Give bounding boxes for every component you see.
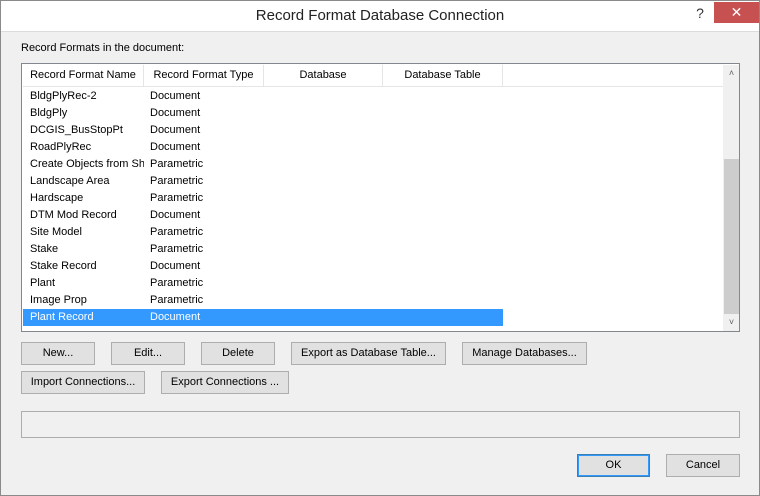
- export-connections-button[interactable]: Export Connections ...: [161, 371, 289, 394]
- cell-record-format-type: Parametric: [150, 192, 204, 204]
- cell-record-format-type: Document: [150, 260, 201, 272]
- cell-record-format-type: Parametric: [150, 277, 204, 289]
- cell-database: [264, 88, 383, 105]
- cell-record-format-name: Stake Record: [30, 260, 97, 272]
- cell-record-format-type: Document: [150, 209, 201, 221]
- record-formats-label: Record Formats in the document:: [21, 42, 185, 54]
- import-connections-button[interactable]: Import Connections...: [21, 371, 145, 394]
- cell-record-format-type: Document: [144, 309, 264, 326]
- cell-database: [264, 309, 383, 326]
- cell-database-table: [383, 139, 503, 156]
- export-as-database-table-button[interactable]: Export as Database Table...: [291, 342, 446, 365]
- ok-button[interactable]: OK: [577, 454, 650, 477]
- table-row[interactable]: Plant Parametric: [23, 275, 723, 292]
- scroll-thumb[interactable]: [724, 159, 739, 314]
- cell-record-format-name: Hardscape: [30, 192, 84, 204]
- cell-record-format-type: Parametric: [150, 226, 204, 238]
- cell-record-format-name: BldgPly: [30, 107, 68, 119]
- status-box: [21, 411, 740, 438]
- cell-database: [264, 105, 383, 122]
- cell-record-format-name: Plant Record: [23, 309, 144, 326]
- cell-database-table: [383, 224, 503, 241]
- help-button[interactable]: ?: [689, 2, 711, 24]
- cell-record-format-type: Document: [150, 90, 201, 102]
- cancel-button[interactable]: Cancel: [666, 454, 740, 477]
- new-button[interactable]: New...: [21, 342, 95, 365]
- cell-database: [264, 156, 383, 173]
- column-header-database[interactable]: Database: [264, 65, 383, 87]
- scroll-down-icon[interactable]: ˅: [723, 314, 739, 331]
- cell-database-table: [383, 122, 503, 139]
- column-header-database-table[interactable]: Database Table: [383, 65, 503, 87]
- cell-database-table: [383, 275, 503, 292]
- cell-database: [264, 258, 383, 275]
- cell-database: [264, 224, 383, 241]
- edit-button[interactable]: Edit...: [111, 342, 185, 365]
- cell-record-format-name: BldgPlyRec-2: [30, 90, 97, 102]
- table-row[interactable]: Site Model Parametric: [23, 224, 723, 241]
- dialog-window: Record Format Database Connection ? ✕ Re…: [0, 0, 760, 496]
- cell-record-format-name: Landscape Area: [30, 175, 110, 187]
- cell-database-table: [383, 292, 503, 309]
- cell-database: [264, 122, 383, 139]
- column-header-type[interactable]: Record Format Type: [144, 65, 264, 87]
- cell-record-format-name: Create Objects from Sh: [30, 158, 144, 170]
- cell-database-table: [383, 241, 503, 258]
- vertical-scrollbar[interactable]: ˄ ˅: [723, 65, 739, 331]
- dialog-title: Record Format Database Connection: [255, 7, 505, 24]
- cell-record-format-type: Document: [150, 124, 201, 136]
- close-button[interactable]: ✕: [714, 2, 759, 23]
- cell-record-format-type: Parametric: [150, 158, 204, 170]
- table-row[interactable]: BldgPlyRec-2 Document: [23, 88, 723, 105]
- cell-database: [264, 173, 383, 190]
- table-row[interactable]: BldgPly Document: [23, 105, 723, 122]
- cell-record-format-type: Parametric: [150, 243, 204, 255]
- scroll-up-icon[interactable]: ˄: [723, 65, 739, 82]
- cell-record-format-name: Image Prop: [30, 294, 87, 306]
- cell-record-format-name: Stake: [30, 243, 59, 255]
- cell-database-table: [383, 207, 503, 224]
- table-row[interactable]: Stake Record Document: [23, 258, 723, 275]
- cell-database: [264, 292, 383, 309]
- cell-record-format-type: Parametric: [150, 294, 204, 306]
- delete-button[interactable]: Delete: [201, 342, 275, 365]
- table-row[interactable]: Landscape Area Parametric: [23, 173, 723, 190]
- cell-database-table: [383, 190, 503, 207]
- list-header: Record Format Name Record Format Type Da…: [23, 65, 723, 87]
- table-row[interactable]: Hardscape Parametric: [23, 190, 723, 207]
- manage-databases-button[interactable]: Manage Databases...: [462, 342, 587, 365]
- cell-database: [264, 207, 383, 224]
- list-rows: BldgPlyRec-2 Document BldgPly Document DCGIS…: [23, 88, 723, 326]
- cell-record-format-name: RoadPlyRec: [30, 141, 92, 153]
- table-row[interactable]: DCGIS_BusStopPt Document: [23, 122, 723, 139]
- cell-record-format-name: Plant: [30, 277, 56, 289]
- cell-record-format-type: Document: [150, 107, 201, 119]
- table-row[interactable]: RoadPlyRec Document: [23, 139, 723, 156]
- cell-record-format-type: Parametric: [150, 175, 204, 187]
- cell-database: [264, 190, 383, 207]
- table-row[interactable]: Image Prop Parametric: [23, 292, 723, 309]
- cell-database-table: [383, 309, 503, 326]
- cell-database: [264, 241, 383, 258]
- cell-record-format-name: Site Model: [30, 226, 82, 238]
- table-row[interactable]: DTM Mod Record Document: [23, 207, 723, 224]
- cell-database-table: [383, 105, 503, 122]
- table-row[interactable]: Stake Parametric: [23, 241, 723, 258]
- cell-record-format-name: DCGIS_BusStopPt: [30, 124, 123, 136]
- cell-database-table: [383, 258, 503, 275]
- column-header-name[interactable]: Record Format Name: [23, 65, 144, 87]
- cell-record-format-type: Document: [150, 141, 201, 153]
- table-row[interactable]: Create Objects from Sh Parametric: [23, 156, 723, 173]
- record-formats-list[interactable]: Record Format Name Record Format Type Da…: [21, 63, 740, 332]
- cell-database-table: [383, 88, 503, 105]
- cell-record-format-name: DTM Mod Record: [30, 209, 117, 221]
- table-row[interactable]: Plant Record Document: [23, 309, 723, 326]
- cell-database: [264, 275, 383, 292]
- cell-database-table: [383, 173, 503, 190]
- title-bar[interactable]: Record Format Database Connection ? ✕: [1, 1, 759, 32]
- cell-database-table: [383, 156, 503, 173]
- cell-database: [264, 139, 383, 156]
